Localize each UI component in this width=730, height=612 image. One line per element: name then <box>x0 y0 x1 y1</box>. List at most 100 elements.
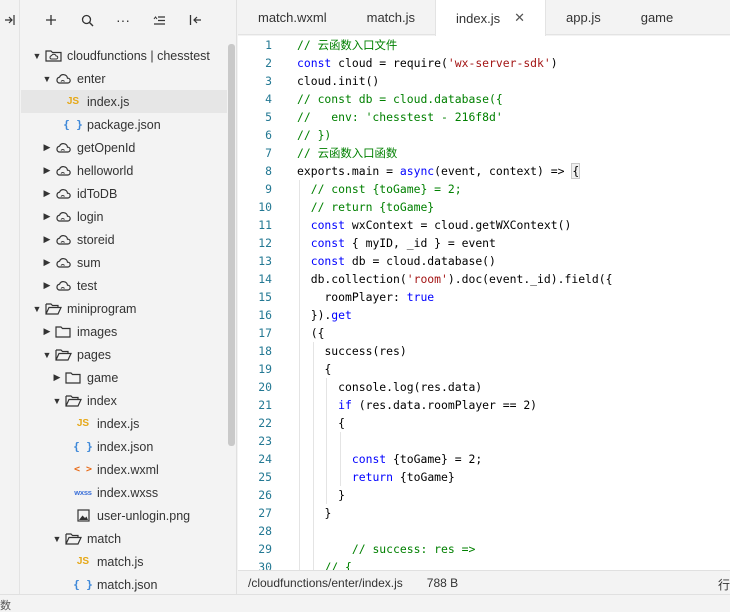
code-text: ({ <box>311 324 325 342</box>
tab-match-js[interactable]: match.js <box>347 0 435 35</box>
tree-item-game[interactable]: ▶ game <box>21 366 227 389</box>
tree-item-user-unlogin-png[interactable]: user-unlogin.png <box>21 504 227 527</box>
code-token: db.collection( <box>310 272 407 286</box>
tree-item-index-json[interactable]: { } index.json <box>21 435 227 458</box>
tree-item-index-wxss[interactable]: wxss index.wxss <box>21 481 227 504</box>
tab-app-js[interactable]: app.js <box>546 0 621 35</box>
tree-item-miniprogram[interactable]: ▼ miniprogram <box>21 297 227 320</box>
tree-item-package-json[interactable]: { } package.json <box>21 113 227 136</box>
folder-icon <box>63 371 83 384</box>
tree-item-storeid[interactable]: ▶ storeid <box>21 228 227 251</box>
code-text: const {toGame} = 2; <box>352 450 482 468</box>
code-editor[interactable]: 1 // 云函数入口文件 2 const cloud = require('wx-se… <box>238 36 730 570</box>
code-token: const <box>351 452 387 466</box>
code-token: // 云函数入口文件 <box>297 38 398 52</box>
chevron-down-icon[interactable]: ▼ <box>41 350 53 360</box>
file-explorer: ··· ▼ cloudfunctions | chesstest ▼ enter JS i… <box>21 0 237 594</box>
tree-item-index[interactable]: ▼ index <box>21 389 227 412</box>
chevron-right-icon[interactable]: ▶ <box>41 165 53 176</box>
folder-open-icon <box>63 394 83 407</box>
tree-item-match[interactable]: ▼ match <box>21 527 227 550</box>
activity-strip <box>0 0 20 594</box>
sort-button[interactable] <box>141 6 177 34</box>
cloud-icon <box>53 257 73 269</box>
chevron-right-icon[interactable]: ▶ <box>41 211 53 222</box>
folder-open-icon <box>63 532 83 545</box>
search-button[interactable] <box>69 6 105 34</box>
tree-item-index-js[interactable]: JS index.js <box>21 90 227 113</box>
tree-item-getopenid[interactable]: ▶ getOpenId <box>21 136 227 159</box>
code-text: } <box>324 504 331 522</box>
chevron-right-icon[interactable]: ▶ <box>41 234 53 245</box>
tree-item-pages[interactable]: ▼ pages <box>21 343 227 366</box>
code-token: roomPlayer: <box>324 290 407 304</box>
line-number: 16 <box>258 308 272 322</box>
more-button[interactable]: ··· <box>105 6 141 34</box>
chevron-right-icon[interactable]: ▶ <box>41 257 53 268</box>
status-cursor-position[interactable]: 行 <box>718 576 730 593</box>
line-number: 26 <box>258 488 272 502</box>
chevron-down-icon[interactable]: ▼ <box>31 51 43 61</box>
code-line: 9 // const {toGame} = 2; <box>238 180 730 198</box>
chevron-right-icon[interactable]: ▶ <box>41 142 53 153</box>
tree-item-enter[interactable]: ▼ enter <box>21 67 227 90</box>
tree-item-label: miniprogram <box>67 301 137 316</box>
close-icon[interactable]: ✕ <box>514 10 525 26</box>
tree-item-images[interactable]: ▶ images <box>21 320 227 343</box>
chevron-down-icon[interactable]: ▼ <box>31 304 43 314</box>
tree-item-test[interactable]: ▶ test <box>21 274 227 297</box>
tab-index-js[interactable]: index.js ✕ <box>435 0 547 36</box>
tab-match-wxml[interactable]: match.wxml <box>238 0 347 35</box>
ide-window: ··· ▼ cloudfunctions | chesstest ▼ enter JS i… <box>0 0 730 612</box>
line-number: 19 <box>258 362 272 376</box>
tree-item-index-wxml[interactable]: < > index.wxml <box>21 458 227 481</box>
code-token: // 云函数入口函数 <box>297 146 398 160</box>
code-line: 11 const wxContext = cloud.getWXContext() <box>238 216 730 234</box>
line-number: 2 <box>265 56 272 70</box>
tree-item-cloudfunctions-chesstest[interactable]: ▼ cloudfunctions | chesstest <box>21 44 227 67</box>
code-line: 17 ({ <box>238 324 730 342</box>
code-line: 2 const cloud = require('wx-server-sdk') <box>238 54 730 72</box>
tree-item-login[interactable]: ▶ login <box>21 205 227 228</box>
tree-item-idtodb[interactable]: ▶ idToDB <box>21 182 227 205</box>
chevron-right-icon[interactable]: ▶ <box>41 188 53 199</box>
explorer-scrollbar[interactable] <box>228 44 235 446</box>
code-token: (res.data.roomPlayer == 2) <box>351 398 538 412</box>
code-line: 1 // 云函数入口文件 <box>238 36 730 54</box>
js-icon: JS <box>66 96 80 107</box>
chevron-right-icon[interactable]: ▶ <box>51 372 63 383</box>
editor-tabbar: match.wxml match.js index.js ✕ app.js game <box>238 0 730 36</box>
tree-item-label: login <box>77 209 104 224</box>
code-text: // return {toGame} <box>311 198 434 216</box>
code-text: roomPlayer: true <box>324 288 434 306</box>
chevron-down-icon[interactable]: ▼ <box>51 396 63 406</box>
collapse-panel-button[interactable] <box>177 6 213 34</box>
chevron-right-icon[interactable]: ▶ <box>41 280 53 291</box>
code-text: db.collection('room').doc(event._id).fie… <box>311 270 613 288</box>
tree-item-label: getOpenId <box>77 140 136 155</box>
chevron-down-icon[interactable]: ▼ <box>41 74 53 84</box>
tree-item-match-js[interactable]: JS match.js <box>21 550 227 573</box>
tree-item-sum[interactable]: ▶ sum <box>21 251 227 274</box>
tree-item-label: game <box>87 370 119 385</box>
tree-item-label: cloudfunctions | chesstest <box>67 48 210 63</box>
chevron-right-icon[interactable]: ▶ <box>41 326 53 337</box>
tree-item-index-js[interactable]: JS index.js <box>21 412 227 435</box>
chevron-down-icon[interactable]: ▼ <box>51 534 63 544</box>
panel-toggle-icon[interactable] <box>0 8 20 32</box>
code-text: // }) <box>297 126 331 144</box>
line-number: 1 <box>265 38 272 52</box>
code-token: exports.main = <box>297 164 400 178</box>
code-text: { <box>338 414 345 432</box>
new-file-button[interactable] <box>33 6 69 34</box>
code-token: }). <box>310 308 332 322</box>
tree-item-match-json[interactable]: { } match.json <box>21 573 227 594</box>
code-text: // const db = cloud.database({ <box>297 90 503 108</box>
tab-game[interactable]: game <box>621 0 694 35</box>
folder-open-icon <box>43 302 63 315</box>
tree-item-helloworld[interactable]: ▶ helloworld <box>21 159 227 182</box>
cloud-icon <box>53 211 73 223</box>
tree-item-label: idToDB <box>77 186 118 201</box>
code-line: 8 exports.main = async(event, context) =>… <box>238 162 730 180</box>
file-tree: ▼ cloudfunctions | chesstest ▼ enter JS index… <box>21 44 227 594</box>
